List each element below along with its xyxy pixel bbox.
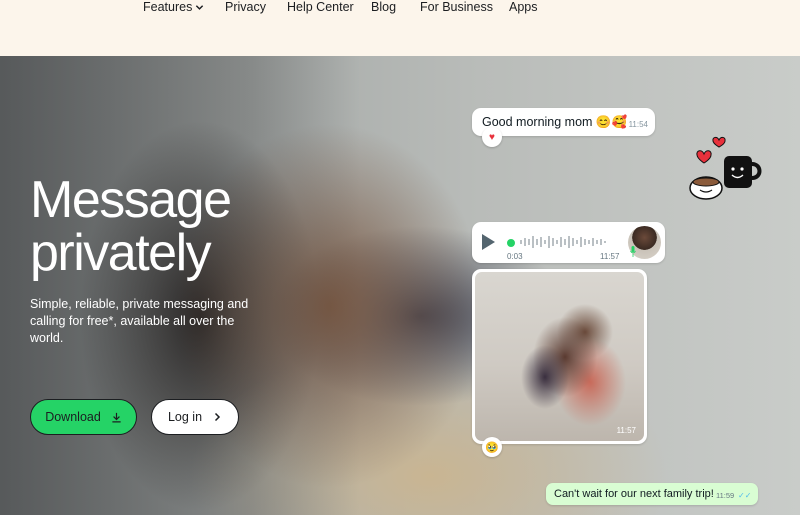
download-icon	[112, 412, 121, 422]
message-time: 11:57	[600, 252, 620, 261]
hero-section: Message privately Simple, reliable, priv…	[0, 56, 800, 515]
heart-reaction-icon: ♥	[482, 127, 502, 147]
chat-bubble-photo: 11:57	[472, 269, 647, 444]
login-button[interactable]: Log in	[151, 399, 239, 435]
message-time: 11:59	[716, 491, 735, 500]
hero-headline: Message privately	[30, 174, 350, 280]
message-time: 11:57	[616, 426, 636, 435]
hero-subtext: Simple, reliable, private messaging and …	[30, 297, 249, 345]
coffee-cups-sticker-icon	[689, 137, 762, 200]
play-icon[interactable]	[482, 234, 495, 250]
nav-item-features[interactable]: Features	[143, 0, 204, 14]
message-text: Can't wait for our next family trip!	[554, 488, 714, 500]
login-button-label: Log in	[167, 410, 203, 424]
read-receipt-icon: ✓✓	[738, 491, 752, 500]
download-button-label: Download	[45, 410, 101, 424]
nav-item-label: Features	[143, 0, 193, 14]
chevron-right-icon	[215, 412, 221, 422]
nav-item-blog[interactable]: Blog	[371, 0, 396, 14]
hero-background-image	[0, 56, 360, 515]
chat-bubble-voice-note: 0:03 11:57	[472, 222, 665, 263]
microphone-icon	[630, 246, 636, 257]
waveform-icon	[520, 236, 606, 248]
emoji-reaction-icon: 🥹	[482, 437, 502, 457]
message-text: Good morning mom 😊🥰	[482, 115, 628, 129]
nav-item-for-business[interactable]: For Business	[420, 0, 493, 14]
chevron-down-icon	[196, 5, 204, 11]
top-nav: Features Privacy Help Center Blog For Bu…	[0, 0, 800, 56]
voice-duration: 0:03	[507, 252, 523, 261]
chat-bubble-family-trip: Can't wait for our next family trip! 11:…	[546, 483, 758, 505]
shared-photo[interactable]: 11:57	[475, 272, 644, 441]
nav-item-privacy[interactable]: Privacy	[225, 0, 266, 14]
nav-item-help-center[interactable]: Help Center	[287, 0, 354, 14]
nav-item-apps[interactable]: Apps	[509, 0, 538, 14]
download-button[interactable]: Download	[30, 399, 137, 435]
headline-line-1: Message	[30, 171, 232, 229]
message-time: 11:54	[628, 120, 648, 129]
headline-line-2: privately	[30, 224, 212, 282]
playback-position-dot[interactable]	[507, 239, 515, 247]
